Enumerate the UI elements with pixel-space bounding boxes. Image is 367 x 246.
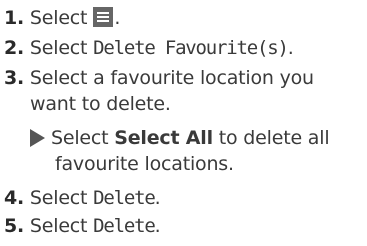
step-text: Select <box>51 127 109 149</box>
step-text: to delete all <box>218 127 330 149</box>
substep: Select Select All to delete all <box>30 126 330 151</box>
step-text: Select <box>29 215 88 237</box>
step-punct: . <box>287 37 294 59</box>
step-text: favourite locations. <box>55 153 234 175</box>
substep-continuation: favourite locations. <box>55 152 234 177</box>
ui-term: Select All <box>114 127 213 149</box>
step-number: 4. <box>4 187 25 209</box>
ui-term: Delete <box>93 215 156 237</box>
step-punct: . <box>114 7 121 29</box>
ui-term: Delete <box>93 187 156 209</box>
step-text: want to delete. <box>30 93 171 115</box>
step-punct: . <box>154 215 161 237</box>
step-3-continuation: want to delete. <box>30 92 171 117</box>
arrow-right-icon <box>30 129 45 147</box>
step-4: 4. Select Delete. <box>4 186 161 211</box>
step-text: Select a favourite location you <box>29 67 314 89</box>
step-number: 5. <box>4 215 25 237</box>
step-text: Select <box>29 7 88 29</box>
step-number: 2. <box>4 37 25 59</box>
step-3: 3. Select a favourite location you <box>4 66 314 91</box>
step-text: Select <box>29 187 88 209</box>
ui-term: Delete Favourite(s) <box>93 37 289 59</box>
step-2: 2. Select Delete Favourite(s). <box>4 36 294 61</box>
step-1: 1. Select. <box>4 6 120 31</box>
menu-icon <box>93 7 114 27</box>
step-5: 5. Select Delete. <box>4 214 161 239</box>
step-number: 3. <box>4 67 25 89</box>
step-text: Select <box>29 37 88 59</box>
step-number: 1. <box>4 7 25 29</box>
step-punct: . <box>154 187 161 209</box>
